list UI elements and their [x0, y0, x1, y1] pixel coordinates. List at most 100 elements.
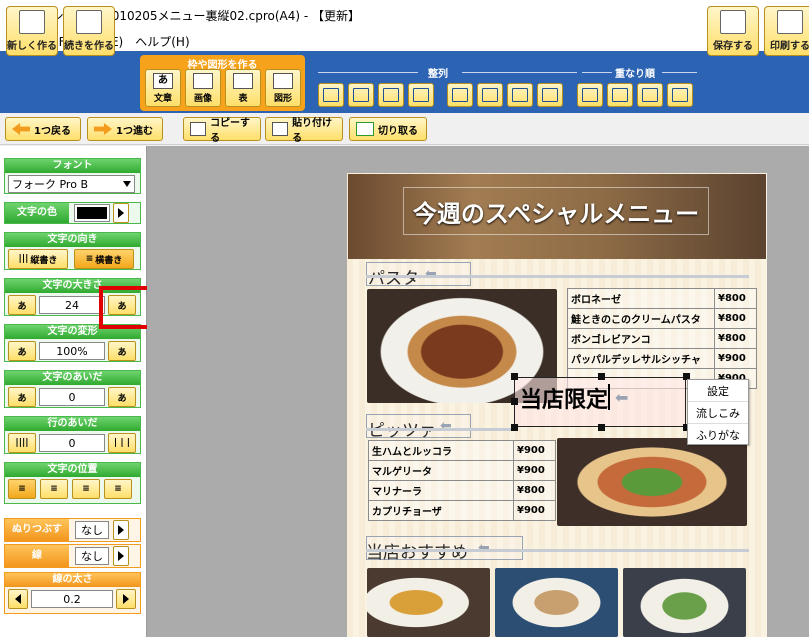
text-frame-button[interactable]: あ文章 [145, 69, 181, 107]
spacing-down-icon: あ [17, 393, 27, 404]
table-frame-button[interactable]: 表 [225, 69, 261, 107]
stroke-value[interactable]: なし [75, 547, 109, 565]
vertical-lines-icon: ||| [18, 254, 29, 264]
cut-button[interactable]: 切り取る [349, 117, 427, 141]
text-color-swatch[interactable] [74, 204, 110, 222]
layer-backward-icon [642, 88, 658, 102]
align-bottom-button[interactable] [507, 83, 533, 107]
resize-handle[interactable] [598, 373, 605, 380]
stroke-width-input[interactable]: 0.2 [31, 590, 113, 608]
selected-text[interactable]: 当店限定 [520, 382, 608, 414]
align-left-text-button[interactable]: ≡ [8, 479, 36, 499]
arrow-left-icon: ⬅ [615, 388, 629, 407]
context-item-settings[interactable]: 設定 [688, 380, 748, 402]
align-bottom-icon [512, 88, 528, 102]
bring-forward-button[interactable] [607, 83, 633, 107]
spacing-up-icon: あ [117, 393, 127, 404]
color-section: 文字の色 [4, 202, 141, 224]
font-select[interactable]: フォーク Pro B [8, 175, 135, 193]
align-center-button[interactable] [348, 83, 374, 107]
vertical-text-button[interactable]: ||| 縦書き [8, 249, 68, 269]
print-button[interactable]: 印刷する [764, 6, 809, 56]
spacing-increase-button[interactable]: あ [108, 387, 136, 407]
arrow-left-icon: ⬅ [425, 266, 437, 282]
color-picker-button[interactable] [113, 203, 129, 223]
lines-wide-icon: | | | [113, 438, 131, 448]
paste-button[interactable]: 貼り付ける [265, 117, 343, 144]
narrow-icon: あ [17, 347, 27, 358]
recommend-photo-1[interactable] [367, 568, 490, 637]
stroke-section: 線 なし [4, 544, 141, 568]
recommend-photo-2[interactable] [495, 568, 618, 637]
banner-title[interactable]: 今週のスペシャルメニュー [403, 187, 709, 235]
line-spacing-input[interactable]: 0 [39, 434, 105, 452]
resize-handle[interactable] [511, 424, 518, 431]
layer-front-icon [582, 88, 598, 102]
undo-button[interactable]: 1つ戻る [5, 117, 81, 141]
transform-input[interactable]: 100% [39, 342, 105, 360]
align-left-button[interactable] [318, 83, 344, 107]
recommend-photo-3[interactable] [623, 568, 746, 637]
stroke-picker-button[interactable] [113, 546, 129, 566]
image-frame-button[interactable]: 画像 [185, 69, 221, 107]
resize-handle[interactable] [511, 373, 518, 380]
new-button[interactable]: 新しく作る [6, 6, 58, 56]
size-decrease-button[interactable]: あ [8, 295, 36, 315]
bring-front-button[interactable] [577, 83, 603, 107]
resize-handle[interactable] [511, 398, 518, 405]
resize-handle[interactable] [598, 424, 605, 431]
text-center-icon: ≡ [50, 484, 58, 494]
transform-wide-button[interactable]: あ [108, 341, 136, 361]
transform-narrow-button[interactable]: あ [8, 341, 36, 361]
line-spacing-decrease-button[interactable]: |||| [8, 433, 36, 453]
align-right-text-button[interactable]: ≡ [72, 479, 100, 499]
align-right-icon [383, 88, 399, 102]
folder-save-icon [720, 10, 746, 34]
horizontal-text-button[interactable]: ≡ 横書き [74, 249, 134, 269]
order-label: 重なり順 [615, 69, 655, 80]
send-back-button[interactable] [667, 83, 693, 107]
align-middle-button[interactable] [477, 83, 503, 107]
distribute-h-button[interactable] [408, 83, 434, 107]
table-row: マリナーラ ¥800 [368, 480, 556, 501]
chevron-down-icon [123, 181, 131, 187]
play-icon [118, 551, 124, 561]
width-decrease-button[interactable] [8, 589, 28, 609]
table-row: マルゲリータ ¥900 [368, 460, 556, 481]
distribute-v-button[interactable] [537, 83, 563, 107]
width-increase-button[interactable] [116, 589, 136, 609]
size-input[interactable]: 24 [39, 296, 105, 314]
send-backward-button[interactable] [637, 83, 663, 107]
align-center-icon [353, 88, 369, 102]
pizza-table[interactable]: 生ハムとルッコラ ¥900 マルゲリータ ¥900 マリナーラ ¥800 カプリチョー… [368, 440, 556, 521]
context-item-flow[interactable]: 流しこみ [688, 402, 748, 424]
menu-help[interactable]: ヘルプ(H) [135, 33, 189, 50]
arrow-left-icon [15, 594, 21, 604]
table-row: 鮭ときのこのクリームパスタ ¥800 [567, 308, 757, 329]
horizontal-lines-icon: ≡ [85, 254, 94, 264]
fill-value[interactable]: なし [75, 521, 109, 539]
line-spacing-increase-button[interactable]: | | | [108, 433, 136, 453]
justify-text-button[interactable]: ≡ [104, 479, 132, 499]
lines-tight-icon: |||| [15, 438, 29, 448]
align-right-button[interactable] [378, 83, 404, 107]
save-button[interactable]: 保存する [707, 6, 759, 56]
shape-frame-button[interactable]: 図形 [265, 69, 301, 107]
align-center-text-button[interactable]: ≡ [40, 479, 68, 499]
paste-icon [272, 122, 289, 136]
play-icon [118, 208, 124, 218]
pasta-table[interactable]: ボロネーゼ ¥800 鮭ときのこのクリームパスタ ¥800 ボンゴレビアンコ ¥800… [567, 288, 757, 389]
fill-picker-button[interactable] [113, 520, 129, 540]
spacing-decrease-button[interactable]: あ [8, 387, 36, 407]
arrow-left-icon: ⬅ [478, 540, 490, 556]
wide-icon: あ [117, 347, 127, 358]
property-sidebar: フォント フォーク Pro B 文字の色 文字の向き ||| 縦書き ≡ 横書き 文… [0, 146, 147, 637]
spacing-input[interactable]: 0 [39, 388, 105, 406]
continue-button[interactable]: 続きを作る [63, 6, 115, 56]
copy-button[interactable]: コピーする [183, 117, 261, 144]
align-top-button[interactable] [447, 83, 473, 107]
pizza-photo[interactable] [557, 438, 747, 526]
context-item-furigana[interactable]: ふりがな [688, 424, 748, 446]
arrow-right-icon [123, 594, 129, 604]
redo-button[interactable]: 1つ進む [87, 117, 163, 141]
